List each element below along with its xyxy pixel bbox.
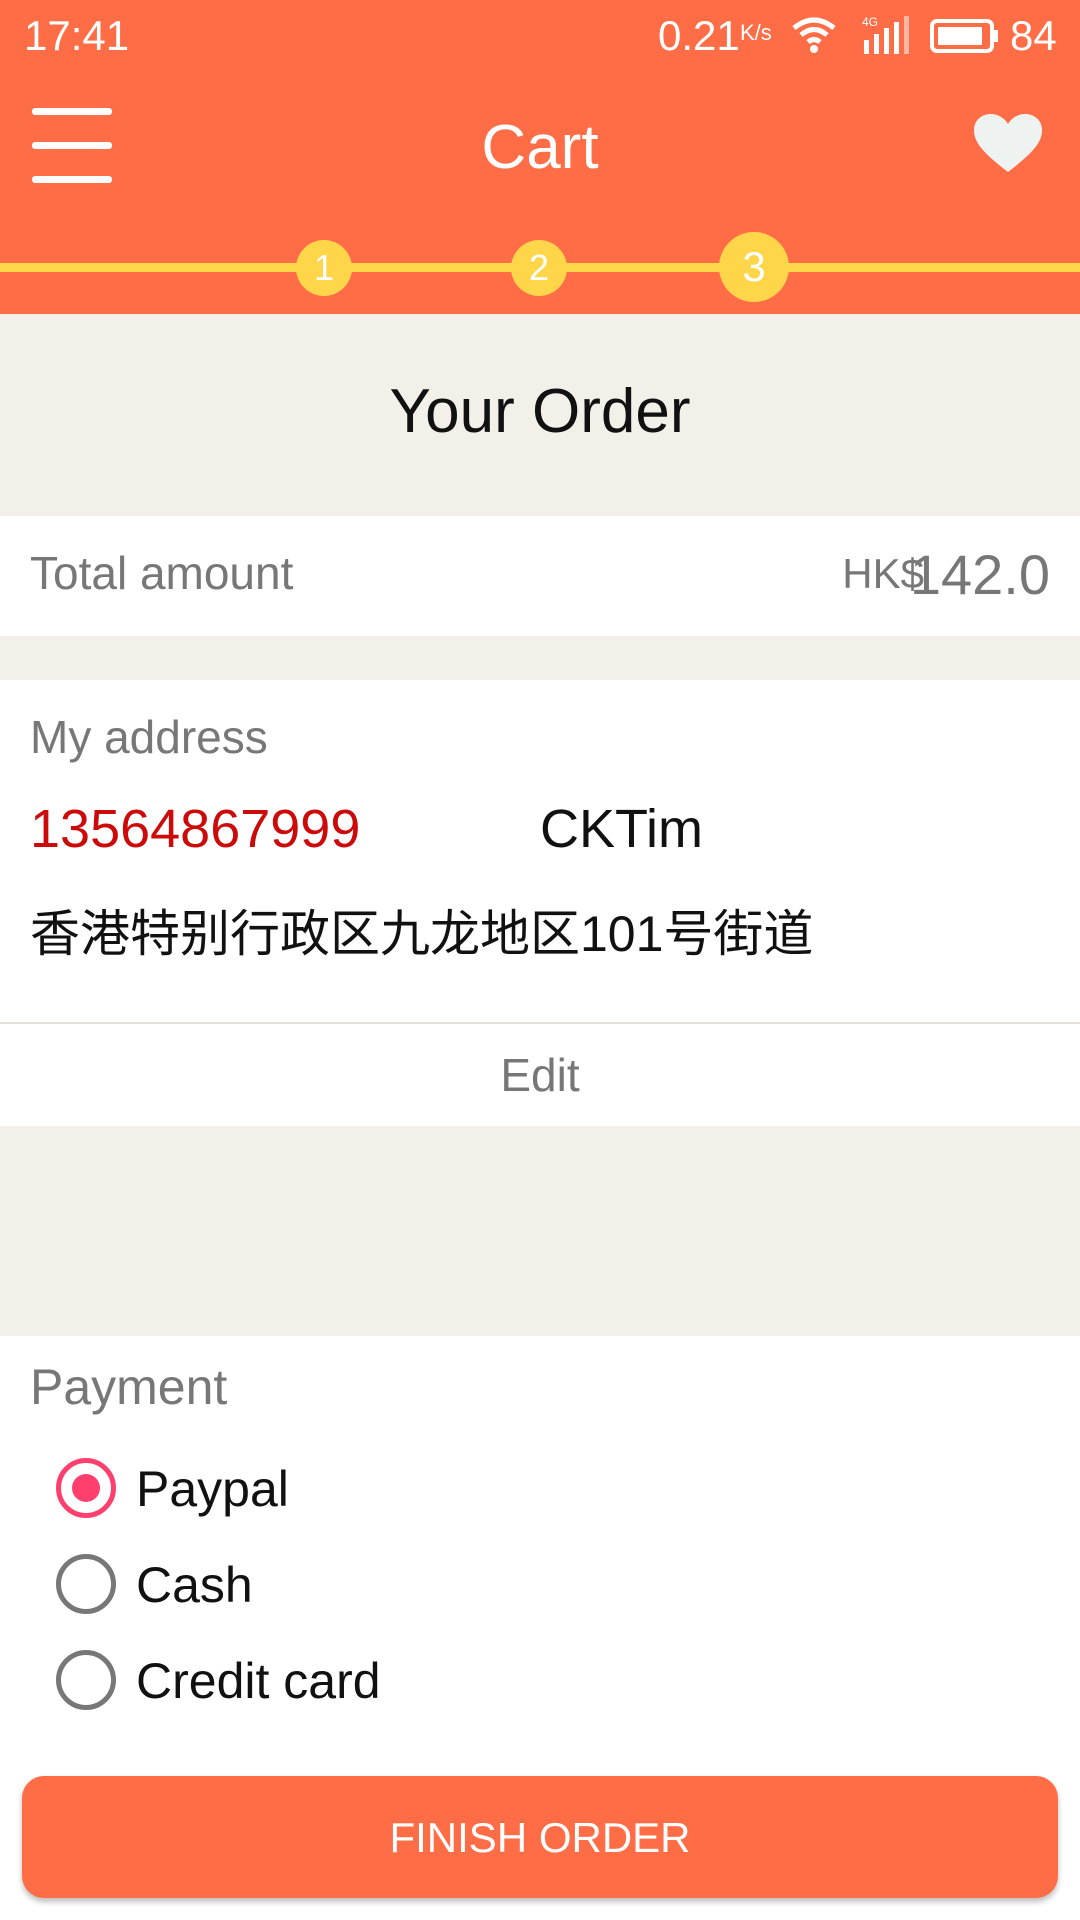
address-phone: 13564867999	[30, 799, 361, 859]
status-bar: 17:41 0.21 K/s 4G 84	[0, 0, 1080, 76]
radio-selected-icon[interactable]	[56, 1458, 116, 1518]
status-time: 17:41	[24, 12, 130, 59]
radio-unselected-icon[interactable]	[56, 1650, 116, 1710]
battery-icon	[930, 18, 1000, 59]
network-type-label: 4G	[862, 15, 878, 29]
address-name: CKTim	[540, 799, 703, 859]
battery-level: 84	[1010, 12, 1057, 59]
step-indicator-3: 3	[719, 232, 789, 302]
payment-option-label: Credit card	[136, 1653, 381, 1709]
edit-address-button[interactable]: Edit	[0, 1048, 1080, 1102]
app-header: 17:41 0.21 K/s 4G 84 Cart 1 2 3	[0, 0, 1080, 314]
total-amount-row: Total amount HK$ 142.0	[0, 516, 1080, 636]
page-title: Cart	[481, 113, 599, 182]
cell-signal-icon: 4G	[862, 14, 912, 63]
order-heading: Your Order	[389, 377, 691, 446]
step-indicator-1: 1	[296, 240, 352, 296]
finish-order-button[interactable]: FINISH ORDER	[22, 1776, 1058, 1898]
total-amount-value: 142.0	[909, 543, 1050, 606]
total-amount-label: Total amount	[30, 547, 294, 599]
divider	[0, 1022, 1080, 1024]
network-speed-unit: K/s	[740, 20, 772, 45]
payment-label: Payment	[30, 1359, 228, 1415]
address-label: My address	[30, 711, 268, 763]
wifi-icon	[790, 14, 838, 59]
payment-option-label: Paypal	[136, 1461, 289, 1517]
step-indicator-2: 2	[511, 240, 567, 296]
radio-unselected-icon[interactable]	[56, 1554, 116, 1614]
heart-icon[interactable]	[972, 112, 1044, 181]
address-street: 香港特别行政区九龙地区101号街道	[30, 906, 814, 962]
payment-option-label: Cash	[136, 1557, 253, 1613]
network-speed: 0.21	[658, 12, 740, 59]
